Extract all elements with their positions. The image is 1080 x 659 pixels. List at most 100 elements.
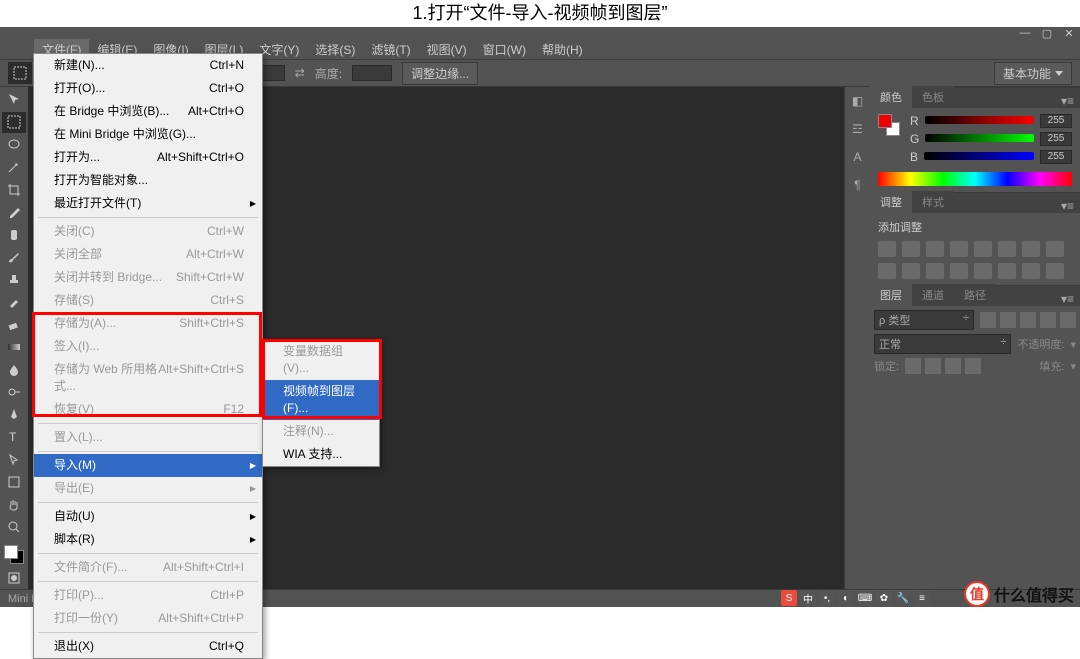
fill-value[interactable]: ▾: [1070, 360, 1076, 373]
menu-filter[interactable]: 滤镜(T): [363, 39, 418, 60]
r-value[interactable]: 255: [1040, 114, 1072, 128]
wand-tool[interactable]: [2, 157, 26, 179]
color-preview-swatch[interactable]: [878, 114, 900, 136]
lock-transparent-icon[interactable]: [905, 358, 921, 374]
b-value[interactable]: 255: [1040, 150, 1072, 164]
type-tool[interactable]: T: [2, 427, 26, 449]
ime-menu-icon[interactable]: ≡: [914, 590, 930, 606]
adjustments-tab[interactable]: 调整: [870, 191, 912, 213]
file-menu-item-30[interactable]: 退出(X)Ctrl+Q: [34, 635, 262, 658]
refine-edge-button[interactable]: 调整边缘...: [402, 62, 478, 85]
sogou-icon[interactable]: S: [781, 590, 797, 606]
properties-panel-icon[interactable]: ☲: [848, 119, 868, 139]
filter-pixel-icon[interactable]: [980, 312, 996, 328]
filter-smart-icon[interactable]: [1060, 312, 1076, 328]
brush-tool[interactable]: [2, 247, 26, 269]
import-submenu-item-1[interactable]: 视频帧到图层(F)...: [263, 380, 379, 420]
close-button[interactable]: ✕: [1058, 27, 1080, 39]
heal-tool[interactable]: [2, 224, 26, 246]
lock-position-icon[interactable]: [945, 358, 961, 374]
invert-adjust-icon[interactable]: [950, 263, 968, 279]
current-tool-icon[interactable]: [8, 62, 32, 84]
marquee-tool[interactable]: [2, 112, 26, 134]
ime-tool-icon[interactable]: 🔧: [895, 590, 911, 606]
levels-adjust-icon[interactable]: [902, 241, 920, 257]
paragraph-panel-icon[interactable]: ¶: [848, 175, 868, 195]
workspace-switcher[interactable]: 基本功能: [994, 62, 1072, 85]
hand-tool[interactable]: [2, 494, 26, 516]
opacity-value[interactable]: ▾: [1070, 338, 1076, 351]
colorbalance-adjust-icon[interactable]: [1022, 241, 1040, 257]
curves-adjust-icon[interactable]: [926, 241, 944, 257]
channel-mixer-icon[interactable]: [902, 263, 920, 279]
gradient-map-icon[interactable]: [1022, 263, 1040, 279]
hue-adjust-icon[interactable]: [998, 241, 1016, 257]
selective-color-icon[interactable]: [1046, 263, 1064, 279]
brightness-adjust-icon[interactable]: [878, 241, 896, 257]
g-slider[interactable]: [925, 134, 1034, 144]
lock-all-icon[interactable]: [965, 358, 981, 374]
file-menu-item-1[interactable]: 打开(O)...Ctrl+O: [34, 77, 262, 100]
blur-tool[interactable]: [2, 359, 26, 381]
stamp-tool[interactable]: [2, 269, 26, 291]
color-spectrum[interactable]: [878, 172, 1072, 186]
lasso-tool[interactable]: [2, 134, 26, 156]
layers-tab[interactable]: 图层: [870, 284, 912, 306]
color-tab[interactable]: 颜色: [870, 86, 912, 108]
quick-mask-toggle[interactable]: [2, 567, 26, 589]
ime-full-icon[interactable]: ◐: [838, 590, 854, 606]
filter-shape-icon[interactable]: [1040, 312, 1056, 328]
r-slider[interactable]: [925, 116, 1034, 126]
exposure-adjust-icon[interactable]: [950, 241, 968, 257]
file-menu-item-22[interactable]: 自动(U)▶: [34, 505, 262, 528]
maximize-button[interactable]: ▢: [1036, 27, 1058, 39]
filter-type-icon[interactable]: [1020, 312, 1036, 328]
color-panel-menu[interactable]: ▾≡: [1055, 94, 1080, 108]
dodge-tool[interactable]: [2, 382, 26, 404]
file-menu-item-23[interactable]: 脚本(R)▶: [34, 528, 262, 551]
file-menu-item-19[interactable]: 导入(M)▶: [34, 454, 262, 477]
color-lookup-icon[interactable]: [926, 263, 944, 279]
path-select-tool[interactable]: [2, 449, 26, 471]
history-panel-icon[interactable]: ◧: [848, 91, 868, 111]
posterize-adjust-icon[interactable]: [974, 263, 992, 279]
eyedropper-tool[interactable]: [2, 202, 26, 224]
file-menu-item-2[interactable]: 在 Bridge 中浏览(B)...Alt+Ctrl+O: [34, 100, 262, 123]
b-slider[interactable]: [924, 152, 1034, 162]
channels-tab[interactable]: 通道: [912, 284, 954, 306]
vibrance-adjust-icon[interactable]: [974, 241, 992, 257]
lock-pixels-icon[interactable]: [925, 358, 941, 374]
eraser-tool[interactable]: [2, 314, 26, 336]
minimize-button[interactable]: —: [1014, 27, 1036, 39]
gradient-tool[interactable]: [2, 337, 26, 359]
color-swatches[interactable]: [2, 543, 26, 566]
bw-adjust-icon[interactable]: [1046, 241, 1064, 257]
ime-soft-kbd-icon[interactable]: ⌨: [857, 590, 873, 606]
import-submenu-item-3[interactable]: WIA 支持...: [263, 443, 379, 466]
pen-tool[interactable]: [2, 404, 26, 426]
ime-skin-icon[interactable]: ✿: [876, 590, 892, 606]
history-brush-tool[interactable]: [2, 292, 26, 314]
file-menu-item-6[interactable]: 最近打开文件(T)▶: [34, 192, 262, 215]
file-menu-item-0[interactable]: 新建(N)...Ctrl+N: [34, 54, 262, 77]
crop-tool[interactable]: [2, 179, 26, 201]
zoom-tool[interactable]: [2, 517, 26, 539]
swatches-tab[interactable]: 色板: [912, 86, 954, 108]
threshold-adjust-icon[interactable]: [998, 263, 1016, 279]
file-menu-item-4[interactable]: 打开为...Alt+Shift+Ctrl+O: [34, 146, 262, 169]
blend-mode-select[interactable]: 正常÷: [874, 334, 1011, 354]
g-value[interactable]: 255: [1040, 132, 1072, 146]
menu-window[interactable]: 窗口(W): [475, 39, 534, 60]
filter-adjust-icon[interactable]: [1000, 312, 1016, 328]
shape-tool[interactable]: [2, 472, 26, 494]
move-tool[interactable]: [2, 89, 26, 111]
ime-punct-icon[interactable]: •,: [819, 590, 835, 606]
paths-tab[interactable]: 路径: [954, 284, 996, 306]
character-panel-icon[interactable]: A: [848, 147, 868, 167]
adjust-panel-menu[interactable]: ▾≡: [1055, 199, 1080, 213]
height-input[interactable]: [352, 65, 392, 81]
ime-lang-icon[interactable]: 中: [800, 590, 816, 606]
layers-panel-menu[interactable]: ▾≡: [1055, 292, 1080, 306]
swap-icon[interactable]: ⇄: [295, 66, 305, 80]
menu-select[interactable]: 选择(S): [307, 39, 363, 60]
